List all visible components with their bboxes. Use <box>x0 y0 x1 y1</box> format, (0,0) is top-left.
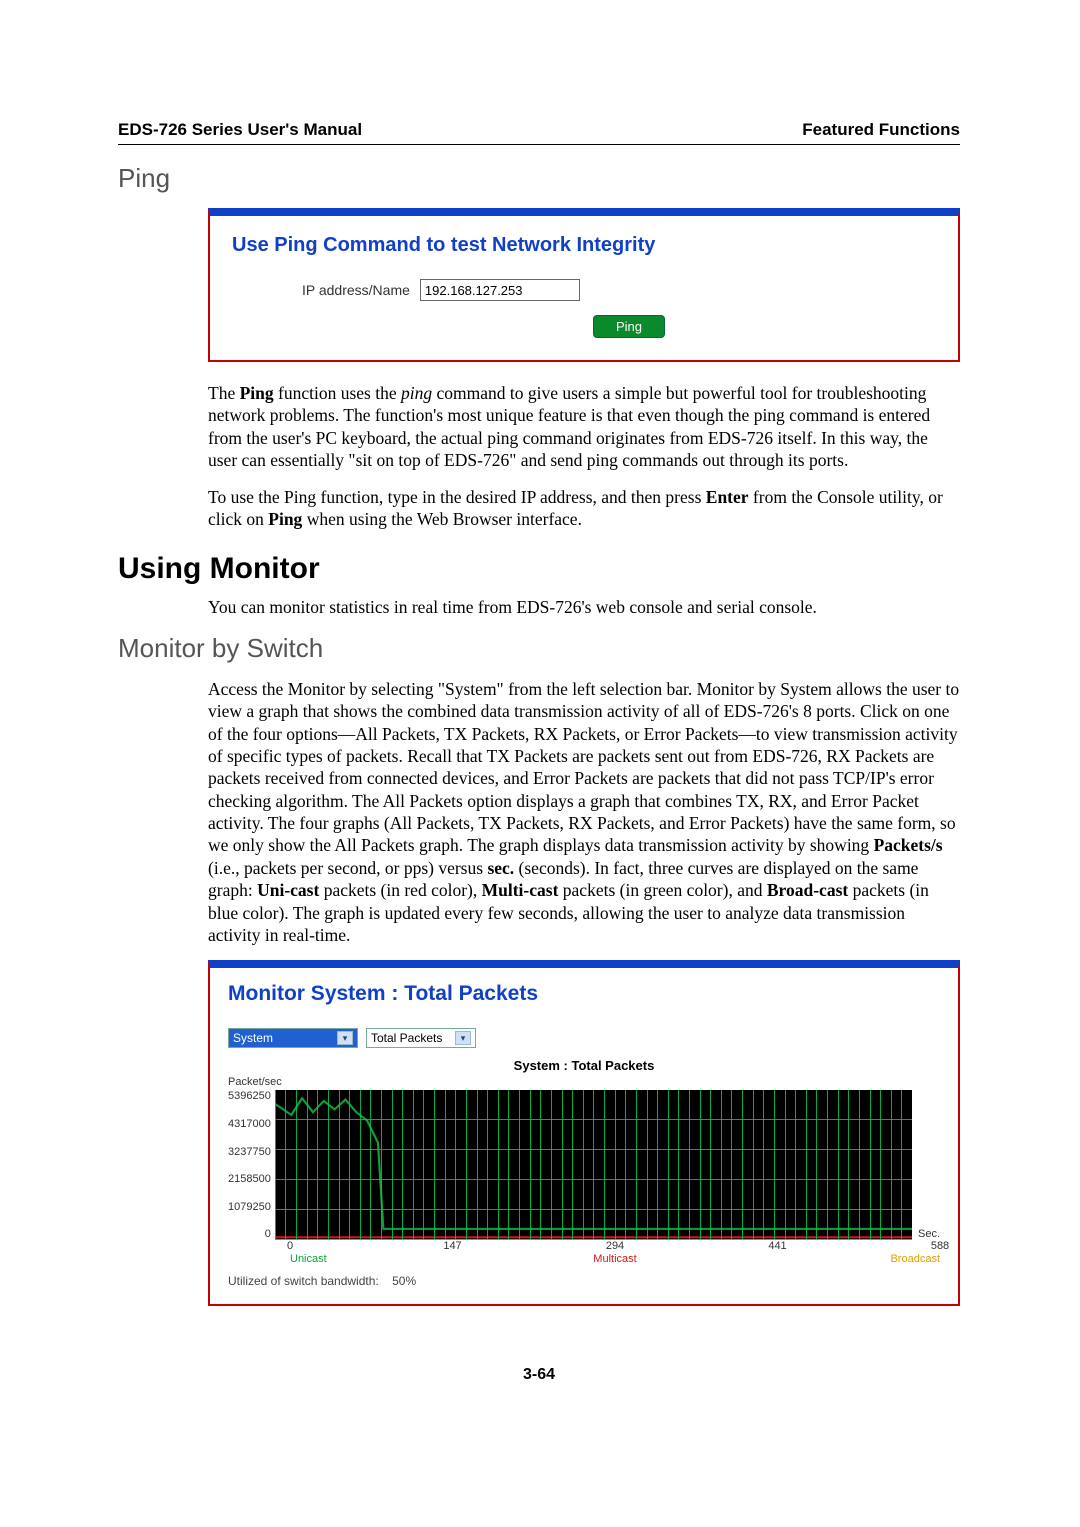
legend-broadcast: Broadcast <box>890 1253 940 1265</box>
ping-button[interactable]: Ping <box>593 315 665 338</box>
monitor-panel: Monitor System : Total Packets System ▾ … <box>208 960 960 1306</box>
utilization: Utilized of switch bandwidth: 50% <box>228 1274 940 1288</box>
select-scope[interactable]: System ▾ <box>228 1028 358 1048</box>
x-axis-label: Sec. <box>918 1228 940 1240</box>
chevron-down-icon: ▾ <box>337 1031 353 1045</box>
ping-p1: The Ping function uses the ping command … <box>208 382 960 472</box>
monitor-panel-title: Monitor System : Total Packets <box>228 982 940 1006</box>
legend-multicast: Multicast <box>593 1253 636 1265</box>
chart: System : Total Packets Packet/sec 539625… <box>228 1058 940 1268</box>
ping-panel-title: Use Ping Command to test Network Integri… <box>232 234 936 257</box>
chart-inner-title: System : Total Packets <box>228 1058 940 1073</box>
y-axis-label: Packet/sec <box>228 1076 940 1088</box>
heading-ping: Ping <box>118 163 960 194</box>
ip-input[interactable] <box>420 279 580 301</box>
manual-title: EDS-726 Series User's Manual <box>118 120 362 140</box>
select-packet-type[interactable]: Total Packets ▾ <box>366 1028 476 1048</box>
ip-label: IP address/Name <box>302 282 410 298</box>
monitor-p2: Access the Monitor by selecting "System"… <box>208 678 960 947</box>
ping-row: IP address/Name <box>302 279 936 301</box>
section-title: Featured Functions <box>802 120 960 140</box>
heading-using-monitor: Using Monitor <box>118 552 960 586</box>
page-header: EDS-726 Series User's Manual Featured Fu… <box>118 120 960 145</box>
plot-area <box>275 1090 912 1240</box>
monitor-p1: You can monitor statistics in real time … <box>208 596 960 618</box>
chevron-down-icon: ▾ <box>455 1031 471 1045</box>
page-number: 3-64 <box>118 1366 960 1384</box>
legend-unicast: Unicast <box>290 1253 327 1265</box>
ping-p2: To use the Ping function, type in the de… <box>208 486 960 531</box>
x-axis-ticks: Unicast Multicast Broadcast 014729444158… <box>290 1240 940 1268</box>
y-axis-ticks: 539625043170003237750215850010792500 <box>228 1090 275 1240</box>
ping-panel: Use Ping Command to test Network Integri… <box>208 208 960 362</box>
heading-monitor-switch: Monitor by Switch <box>118 633 960 664</box>
